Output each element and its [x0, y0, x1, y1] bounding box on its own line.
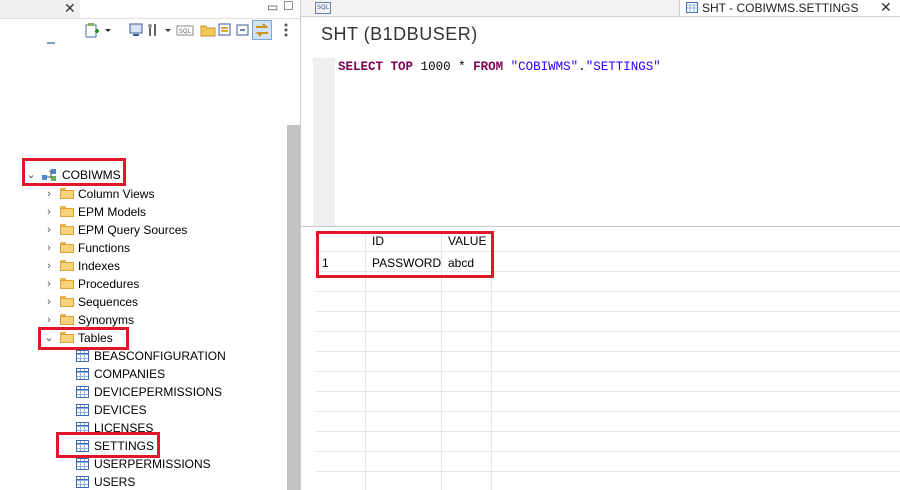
- collapse-all-icon[interactable]: [235, 22, 251, 38]
- tree-item-label: Column Views: [78, 187, 155, 201]
- highlight-box: [316, 231, 494, 278]
- tree-item-label: Procedures: [78, 277, 140, 291]
- minimize-icon[interactable]: ▭: [267, 0, 278, 14]
- close-icon[interactable]: ✕: [880, 0, 892, 16]
- tree-item-table[interactable]: USERPERMISSIONS: [76, 455, 276, 473]
- grid-row-line: [316, 391, 900, 392]
- folder-icon: [60, 260, 74, 271]
- table-icon: [686, 2, 698, 13]
- tree-item-procedures[interactable]: › Procedures: [44, 275, 244, 293]
- sql-keyword: FROM: [473, 60, 504, 74]
- table-icon: [76, 350, 89, 362]
- grid-row-line: [316, 351, 900, 352]
- chevron-right-icon[interactable]: ›: [44, 257, 54, 275]
- tree-item-label: Sequences: [78, 295, 139, 309]
- sql-identifier: "COBIWMS": [510, 60, 579, 74]
- sql-console-icon[interactable]: SQL: [176, 22, 194, 38]
- tab-settings-table[interactable]: SHT - COBIWMS.SETTINGS ✕: [679, 0, 900, 16]
- table-icon: [76, 458, 89, 470]
- folder-icon: [60, 296, 74, 307]
- monitor-icon[interactable]: [128, 22, 144, 38]
- folder-icon: [60, 314, 74, 325]
- dropdown-arrow-icon[interactable]: [164, 22, 172, 38]
- tree-item-functions[interactable]: › Functions: [44, 239, 244, 257]
- tools-icon[interactable]: [146, 22, 162, 38]
- sql-editor-pane: SQL SHT - COBIWMS.SETTINGS ✕ SHT (B1DBUS…: [300, 0, 900, 490]
- sql-number: 1000: [420, 60, 451, 74]
- navigator-tab-bar: ✕ ▭ ☐: [0, 0, 300, 19]
- grid-row-line: [316, 471, 900, 472]
- table-icon: [76, 476, 89, 488]
- folder-icon: [60, 242, 74, 253]
- grid-row-line: [316, 331, 900, 332]
- dropdown-arrow-icon[interactable]: [104, 22, 112, 38]
- table-icon: [76, 368, 89, 380]
- tree-item-label: COMPANIES: [94, 367, 166, 381]
- scrollbar-thumb[interactable]: [287, 125, 300, 490]
- highlight-box: [22, 158, 126, 186]
- tree-item-table[interactable]: DEVICES: [76, 401, 276, 419]
- tree-item-label: EPM Query Sources: [78, 223, 188, 237]
- filter-icon[interactable]: [217, 22, 233, 38]
- sql-keyword: TOP: [390, 60, 414, 74]
- sql-tab-icon[interactable]: SQL: [315, 2, 331, 14]
- tree-item-indexes[interactable]: › Indexes: [44, 257, 244, 275]
- sql-operator: .: [578, 60, 586, 74]
- close-icon[interactable]: ✕: [64, 0, 76, 16]
- grid-row-line: [316, 411, 900, 412]
- chevron-right-icon[interactable]: ›: [44, 275, 54, 293]
- editor-gutter: [313, 58, 335, 226]
- tree-item-label: EPM Models: [78, 205, 147, 219]
- sql-identifier: "SETTINGS": [585, 60, 661, 74]
- maximize-icon[interactable]: ☐: [283, 0, 294, 13]
- tree-item-label: BEASCONFIGURATION: [94, 349, 226, 363]
- tree-item-table[interactable]: USERS: [76, 473, 276, 490]
- chevron-right-icon[interactable]: ›: [44, 293, 54, 311]
- sql-operator: *: [458, 60, 466, 74]
- editor-tab-bar: SQL SHT - COBIWMS.SETTINGS ✕: [301, 0, 900, 17]
- chevron-right-icon[interactable]: ›: [44, 203, 54, 221]
- tree-item-label: DEVICES: [94, 403, 147, 417]
- tab-label: SHT - COBIWMS.SETTINGS: [702, 1, 859, 15]
- grid-row-line: [316, 291, 900, 292]
- result-grid: ID VALUE 1 PASSWORD abcd: [316, 231, 900, 490]
- sql-keyword: SELECT: [338, 60, 384, 74]
- table-icon: [76, 386, 89, 398]
- link-with-editor-icon[interactable]: [252, 20, 272, 40]
- new-connection-icon[interactable]: [84, 22, 100, 38]
- tree-item-sequences[interactable]: › Sequences: [44, 293, 244, 311]
- grid-row-line: [316, 311, 900, 312]
- tree-item-column-views[interactable]: › Column Views: [44, 185, 244, 203]
- tree-item-table[interactable]: BEASCONFIGURATION: [76, 347, 276, 365]
- tree-item-label: Indexes: [78, 259, 121, 273]
- tree-item-epm-models[interactable]: › EPM Models: [44, 203, 244, 221]
- view-menu-icon[interactable]: [282, 22, 290, 38]
- chevron-right-icon[interactable]: ›: [44, 239, 54, 257]
- chevron-right-icon[interactable]: ›: [44, 185, 54, 203]
- tree-item-label: USERS: [94, 475, 136, 489]
- navigator-toolbar: SQL: [80, 19, 298, 41]
- tree-item-epm-query-sources[interactable]: › EPM Query Sources: [44, 221, 244, 239]
- tree-item-label: Functions: [78, 241, 131, 255]
- svg-text:SQL: SQL: [179, 28, 192, 35]
- folder-icon: [60, 188, 74, 199]
- grid-row-line: [316, 431, 900, 432]
- table-icon: [76, 404, 89, 416]
- schema-navigator: ✕ ▭ ☐ SQL ⌄ COBIWMS › Column Views › EPM…: [0, 0, 300, 490]
- folder-icon: [60, 206, 74, 217]
- tree-item-label: DEVICEPERMISSIONS: [94, 385, 223, 399]
- open-folder-icon[interactable]: [200, 22, 216, 38]
- grid-row-line: [316, 371, 900, 372]
- grid-row-line: [316, 451, 900, 452]
- editor-result-divider[interactable]: [301, 226, 900, 227]
- tree-item-label: USERPERMISSIONS: [94, 457, 211, 471]
- catalog-tree: ⌄ COBIWMS › Column Views › EPM Models › …: [0, 42, 287, 490]
- tree-item-table[interactable]: DEVICEPERMISSIONS: [76, 383, 276, 401]
- folder-icon: [60, 224, 74, 235]
- editor-title: SHT (B1DBUSER): [321, 24, 478, 44]
- folder-icon: [60, 278, 74, 289]
- tree-item-table[interactable]: COMPANIES: [76, 365, 276, 383]
- sql-query-text[interactable]: SELECT TOP 1000 * FROM "COBIWMS"."SETTIN…: [338, 60, 661, 74]
- chevron-right-icon[interactable]: ›: [44, 221, 54, 239]
